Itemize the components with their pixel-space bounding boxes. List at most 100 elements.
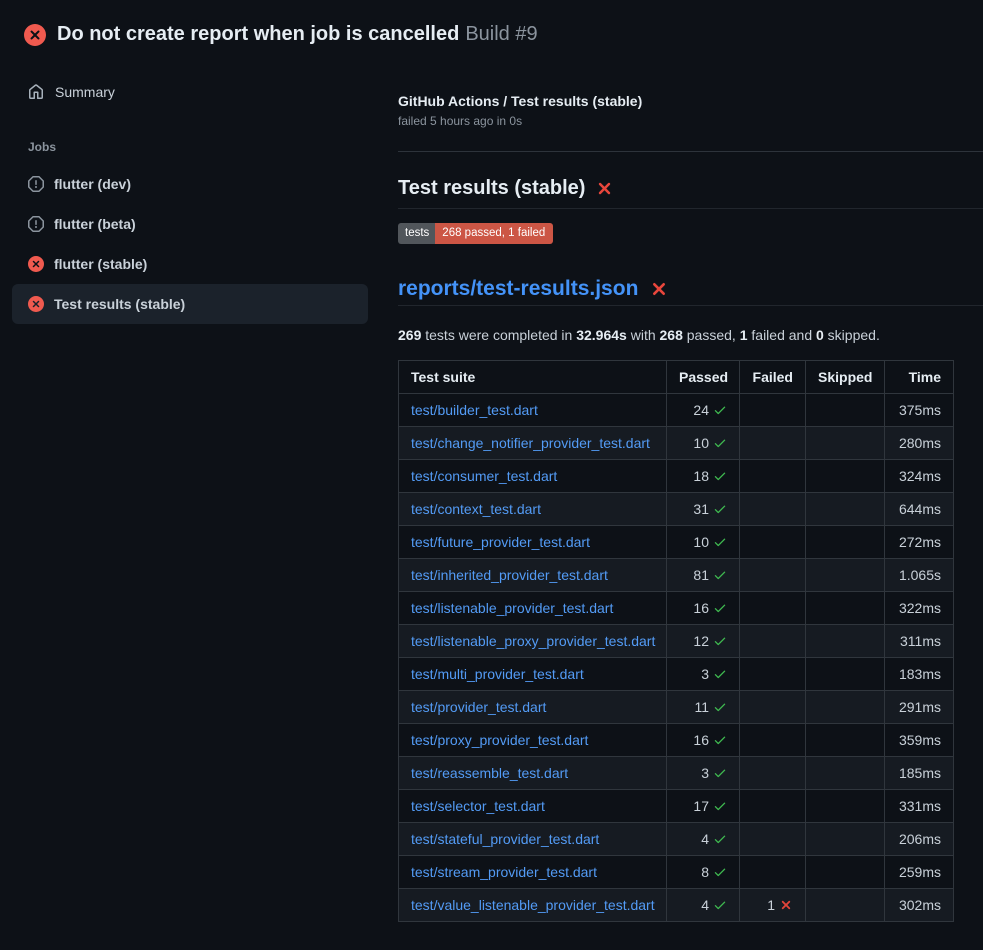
skipped-cell (806, 559, 885, 592)
table-row: test/reassemble_test.dart3185ms (399, 757, 954, 790)
x-circle-icon (24, 24, 46, 46)
test-suite-link[interactable]: test/future_provider_test.dart (411, 534, 590, 550)
failed-cell (740, 691, 806, 724)
badge-value: 268 passed, 1 failed (435, 223, 553, 244)
time-cell: 272ms (885, 526, 954, 559)
time-cell: 359ms (885, 724, 954, 757)
passed-count: 268 (660, 327, 683, 343)
failed-cell (740, 526, 806, 559)
x-icon (779, 898, 793, 912)
sidebar-job-item[interactable]: flutter (dev) (12, 164, 368, 204)
table-row: test/value_listenable_provider_test.dart… (399, 889, 954, 922)
table-row: test/inherited_provider_test.dart811.065… (399, 559, 954, 592)
passed-cell: 10 (667, 427, 740, 460)
check-icon (713, 733, 727, 747)
test-suite-link[interactable]: test/multi_provider_test.dart (411, 666, 584, 682)
table-row: test/future_provider_test.dart 10 272ms (399, 526, 954, 559)
time-cell: 291ms (885, 691, 954, 724)
time-cell: 280ms (885, 427, 954, 460)
failed-cell (740, 724, 806, 757)
check-icon (713, 502, 727, 516)
summary-label: Summary (55, 84, 115, 100)
passed-cell: 10 (667, 526, 740, 559)
test-suite-link[interactable]: test/listenable_proxy_provider_test.dart (411, 633, 655, 649)
passed-cell: 16 (667, 724, 740, 757)
check-icon (713, 535, 727, 549)
skipped-cell (806, 625, 885, 658)
test-suite-link[interactable]: test/provider_test.dart (411, 699, 546, 715)
sidebar-item-summary[interactable]: Summary (0, 76, 380, 108)
test-suite-link[interactable]: test/proxy_provider_test.dart (411, 732, 588, 748)
tests-badge: tests 268 passed, 1 failed (398, 223, 553, 244)
table-row: test/builder_test.dart24375ms (399, 394, 954, 427)
skipped-cell (806, 658, 885, 691)
test-suite-link[interactable]: test/stateful_provider_test.dart (411, 831, 599, 847)
suite-cell: test/proxy_provider_test.dart (399, 724, 667, 757)
time-cell: 259ms (885, 856, 954, 889)
passed-cell: 81 (667, 559, 740, 592)
check-icon (713, 832, 727, 846)
column-header-failed: Failed (740, 361, 806, 394)
report-file-link[interactable]: reports/test-results.json (398, 276, 638, 302)
test-suite-link[interactable]: test/value_listenable_provider_test.dart (411, 897, 655, 913)
run-title: Do not create report when job is cancell… (57, 23, 459, 45)
test-suite-link[interactable]: test/listenable_provider_test.dart (411, 600, 613, 616)
x-icon (649, 279, 669, 299)
badge-label: tests (398, 223, 435, 244)
table-row: test/proxy_provider_test.dart 16 359ms (399, 724, 954, 757)
skipped-cell (806, 493, 885, 526)
skipped-cell (806, 724, 885, 757)
table-header-row: Test suite Passed Failed Skipped Time (399, 361, 954, 394)
test-results-table: Test suite Passed Failed Skipped Time te… (398, 360, 954, 922)
test-suite-link[interactable]: test/stream_provider_test.dart (411, 864, 597, 880)
check-icon (713, 733, 727, 747)
check-icon (713, 634, 727, 648)
check-icon (713, 667, 727, 681)
passed-cell: 12 (667, 625, 740, 658)
check-run-breadcrumb: GitHub Actions / Test results (stable) (398, 92, 983, 110)
check-icon (713, 832, 727, 846)
skipped-cell (806, 790, 885, 823)
duration: 32.964s (576, 327, 627, 343)
sidebar-job-item[interactable]: flutter (beta) (12, 204, 368, 244)
column-header-skipped: Skipped (806, 361, 885, 394)
table-row: test/listenable_provider_test.dart16322m… (399, 592, 954, 625)
sidebar-job-item[interactable]: Test results (stable) (12, 284, 368, 324)
check-icon (713, 634, 727, 648)
sidebar: Summary Jobs flutter (dev)flutter (beta)… (0, 60, 380, 324)
failed-cell (740, 790, 806, 823)
failed-cell (740, 757, 806, 790)
test-suite-link[interactable]: test/consumer_test.dart (411, 468, 557, 484)
column-header-test-suite: Test suite (399, 361, 667, 394)
time-cell: 644ms (885, 493, 954, 526)
table-row: test/change_notifier_provider_test.dart 1… (399, 427, 954, 460)
check-icon (713, 865, 727, 879)
home-icon (28, 84, 44, 100)
test-suite-link[interactable]: test/builder_test.dart (411, 402, 538, 418)
skipped-cell (806, 460, 885, 493)
check-icon (713, 766, 727, 780)
test-suite-link[interactable]: test/change_notifier_provider_test.dart (411, 435, 650, 451)
test-suite-link[interactable]: test/selector_test.dart (411, 798, 545, 814)
passed-cell: 4 (667, 823, 740, 856)
suite-cell: test/listenable_provider_test.dart (399, 592, 667, 625)
time-cell: 331ms (885, 790, 954, 823)
time-cell: 322ms (885, 592, 954, 625)
x-icon (779, 898, 793, 912)
test-suite-link[interactable]: test/inherited_provider_test.dart (411, 567, 608, 583)
test-suite-link[interactable]: test/context_test.dart (411, 501, 541, 517)
section-heading: Test results (stable) (398, 176, 983, 209)
failed-cell (740, 559, 806, 592)
check-icon (713, 469, 727, 483)
sidebar-job-item[interactable]: flutter (stable) (12, 244, 368, 284)
check-icon (713, 898, 727, 912)
test-suite-link[interactable]: test/reassemble_test.dart (411, 765, 568, 781)
suite-cell: test/multi_provider_test.dart (399, 658, 667, 691)
run-header: Do not create report when job is cancell… (0, 0, 983, 52)
suite-cell: test/stream_provider_test.dart (399, 856, 667, 889)
time-cell: 311ms (885, 625, 954, 658)
table-row: test/context_test.dart31644ms (399, 493, 954, 526)
divider (398, 151, 983, 152)
skipped-cell (806, 856, 885, 889)
suite-cell: test/selector_test.dart (399, 790, 667, 823)
